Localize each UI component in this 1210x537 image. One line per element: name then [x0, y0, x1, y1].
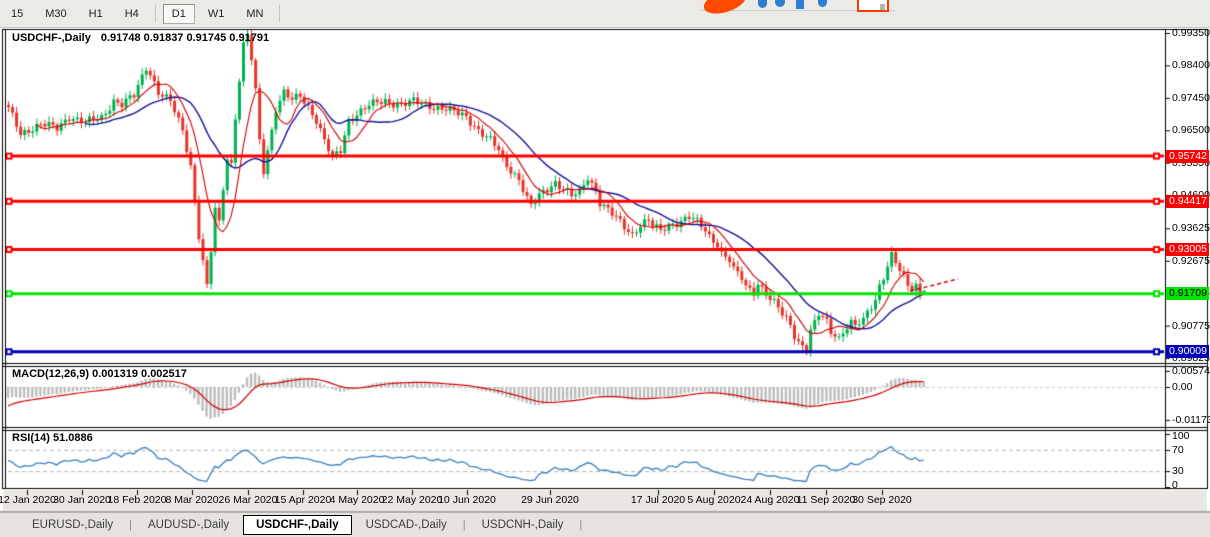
logo-blue-glyph — [796, 0, 804, 9]
tab-separator: | — [463, 519, 466, 531]
price-level-badge: 0.95742 — [1166, 150, 1209, 163]
chart-window: USDCHF-,Daily 0.91748 0.91837 0.91745 0.9… — [0, 28, 1210, 512]
date-axis-label: 10 Jun 2020 — [430, 494, 504, 506]
price-axis-tick: 0.96500 — [1172, 124, 1210, 136]
price-chart-canvas[interactable] — [0, 28, 1210, 512]
tab-eurusddaily[interactable]: EURUSD-,Daily — [18, 516, 127, 534]
chart-tab-bar: EURUSD-,Daily|AUDUSD-,DailyUSDCHF-,Daily… — [0, 512, 1210, 537]
macd-axis-tick: -0.011738 — [1172, 414, 1210, 426]
toolbar-separator — [279, 5, 280, 22]
rsi-label: RSI(14) 51.0886 — [12, 432, 93, 444]
timeframe-mn-button[interactable]: MN — [237, 4, 272, 24]
price-axis-tick: 0.92675 — [1172, 255, 1210, 267]
macd-axis-tick: 0.005744 — [1172, 365, 1210, 377]
date-axis-label: 30 Sep 2020 — [845, 494, 919, 506]
macd-label: MACD(12,26,9) 0.001319 0.002517 — [12, 368, 187, 380]
rsi-axis-tick: 0 — [1172, 479, 1178, 491]
tab-usdcnhdaily[interactable]: USDCNH-,Daily — [468, 516, 578, 534]
logo-red-box — [857, 0, 889, 12]
tab-separator: | — [579, 519, 582, 531]
rsi-axis-tick: 100 — [1172, 430, 1190, 442]
price-level-badge: 0.90009 — [1166, 345, 1209, 358]
price-axis-tick: 0.98400 — [1172, 59, 1210, 71]
price-axis-tick: 0.93625 — [1172, 222, 1210, 234]
chart-title: USDCHF-,Daily 0.91748 0.91837 0.91745 0.9… — [12, 32, 269, 44]
tab-separator: | — [129, 519, 132, 531]
macd-axis-tick: 0.00 — [1172, 381, 1192, 393]
tab-usdchfdaily[interactable]: USDCHF-,Daily — [243, 515, 351, 535]
price-axis-tick: 0.99350 — [1172, 27, 1210, 39]
price-level-badge: 0.93005 — [1166, 243, 1209, 256]
price-axis-tick: 0.90775 — [1172, 320, 1210, 332]
timeframe-h4-button[interactable]: H4 — [116, 4, 148, 24]
timeframe-w1-button[interactable]: W1 — [199, 4, 234, 24]
tab-usdcaddaily[interactable]: USDCAD-,Daily — [352, 516, 461, 534]
tab-audusddaily[interactable]: AUDUSD-,Daily — [134, 516, 243, 534]
timeframe-h1-button[interactable]: H1 — [80, 4, 112, 24]
ohlc-values: 0.91748 0.91837 0.91745 0.91791 — [101, 32, 269, 44]
date-axis-label: 29 Jun 2020 — [513, 494, 587, 506]
price-level-badge: 0.91709 — [1166, 287, 1209, 300]
timeframe-d1-button[interactable]: D1 — [163, 4, 195, 24]
rsi-axis-tick: 30 — [1172, 465, 1184, 477]
toolbar-separator — [155, 5, 156, 22]
timeframe-m30-button[interactable]: M30 — [36, 4, 75, 24]
timeframe-15-button[interactable]: 15 — [2, 4, 32, 24]
rsi-axis-tick: 70 — [1172, 444, 1184, 456]
timeframe-toolbar: 15M30H1H4 D1W1MN — [0, 0, 1210, 28]
price-axis-tick: 0.97450 — [1172, 92, 1210, 104]
symbol-title: USDCHF-,Daily — [12, 32, 91, 44]
price-level-badge: 0.94417 — [1166, 195, 1209, 208]
mt4-window: 15M30H1H4 D1W1MN USDCHF-,Daily 0.91748 0.9… — [0, 0, 1210, 537]
